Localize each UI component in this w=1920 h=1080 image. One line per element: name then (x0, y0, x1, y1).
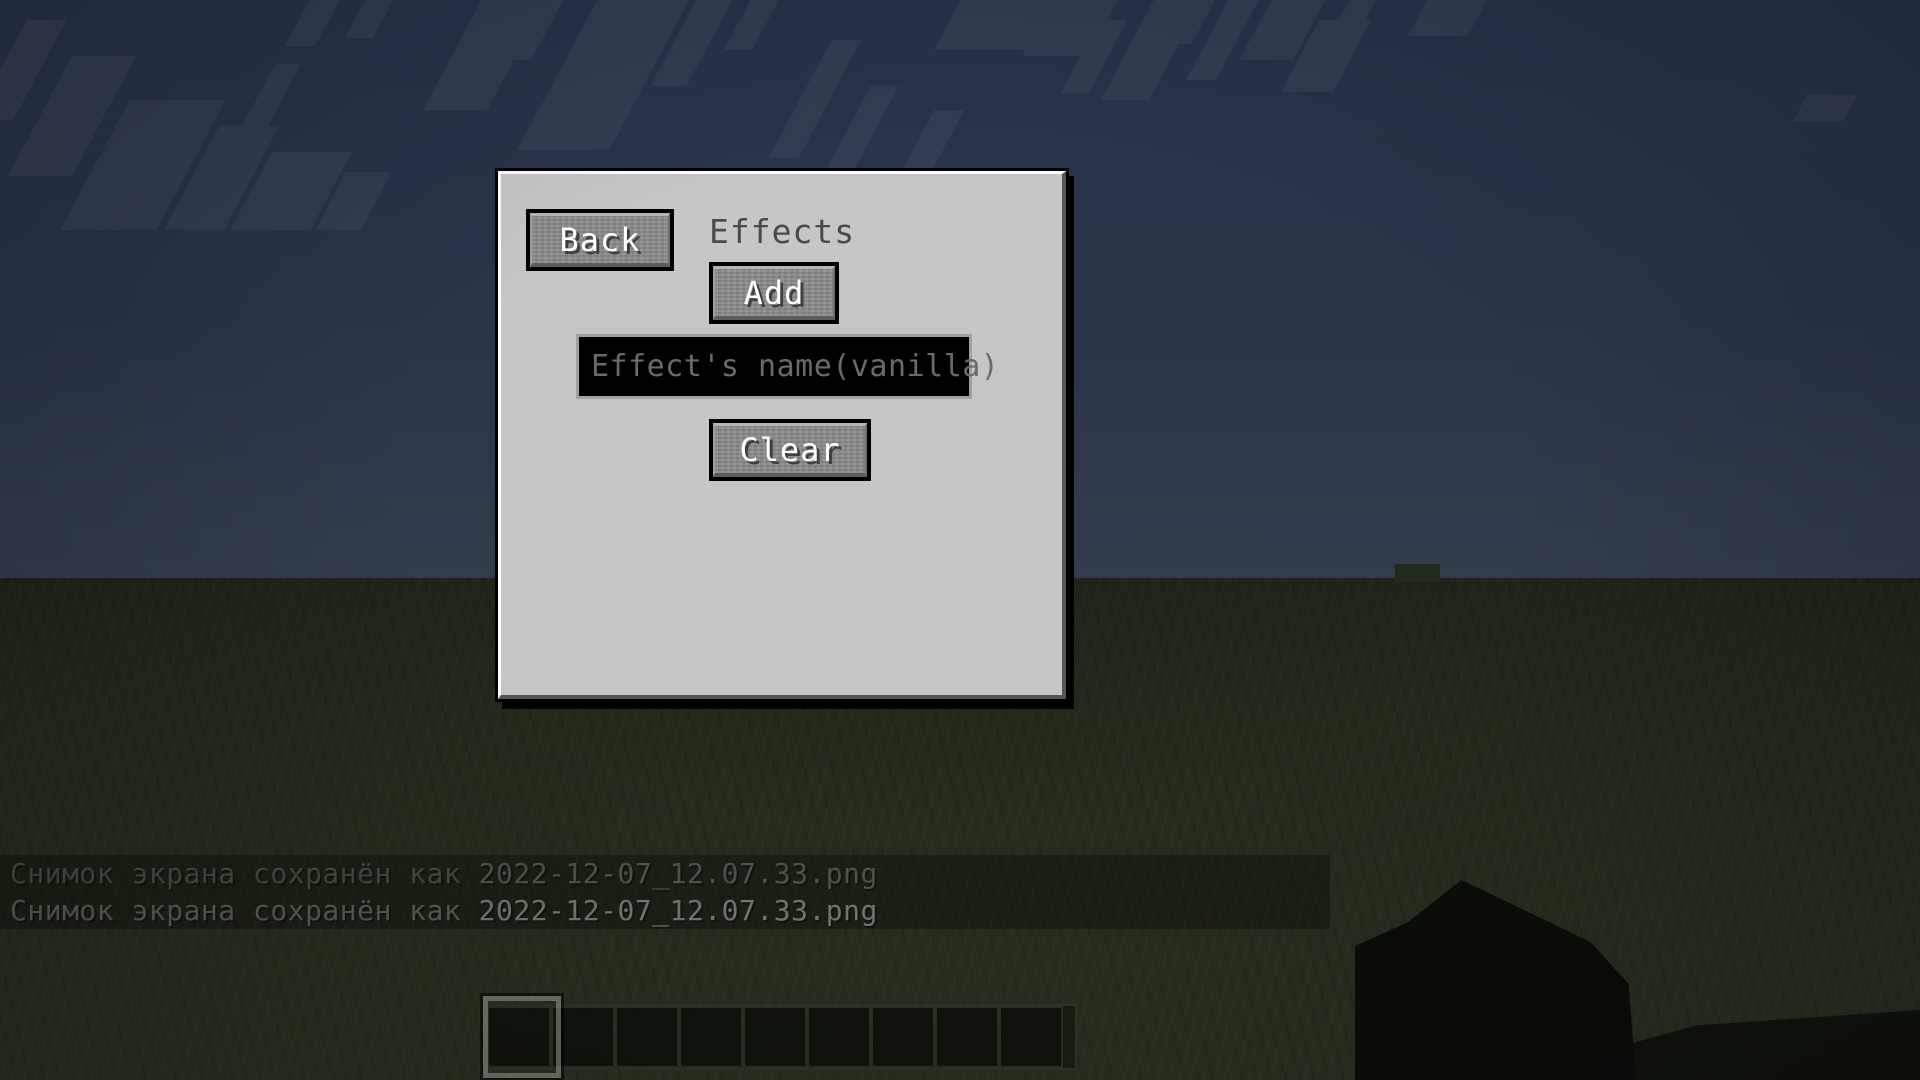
back-button-label: Back (559, 221, 641, 259)
game-screen: Снимок экрана сохранён как 2022-12-07_12… (0, 0, 1920, 1080)
clear-button-label: Clear (739, 431, 841, 469)
chat-message: Снимок экрана сохранён как 2022-12-07_12… (0, 855, 1330, 892)
hotbar-slot[interactable] (679, 1006, 743, 1068)
add-effect-button-label: Add (743, 274, 805, 312)
chat-overlay: Снимок экрана сохранён как 2022-12-07_12… (0, 855, 1330, 929)
effect-name-input-placeholder: Effect's name(vanilla) (591, 349, 1000, 384)
hotbar-slot[interactable] (999, 1006, 1063, 1068)
effect-name-input[interactable]: Effect's name(vanilla) (576, 334, 999, 399)
hotbar-slot[interactable] (935, 1006, 999, 1068)
page-title: Effects (709, 212, 856, 251)
back-button[interactable]: Back (526, 209, 674, 271)
hotbar-slot[interactable] (807, 1006, 871, 1068)
distant-block-right (1395, 564, 1440, 582)
hotbar-slot[interactable] (743, 1006, 807, 1068)
hotbar-slot[interactable] (615, 1006, 679, 1068)
effects-dialog: Effects Back Add Effect's name(vanilla) … (498, 171, 1074, 709)
chat-message: Снимок экрана сохранён как 2022-12-07_12… (0, 892, 1330, 929)
hotbar[interactable] (485, 1004, 1077, 1070)
chat-message-filename: 2022-12-07_12.07.33.png (478, 894, 878, 927)
hotbar-slot[interactable] (871, 1006, 935, 1068)
hotbar-selected-indicator (480, 993, 564, 1080)
chat-message-filename: 2022-12-07_12.07.33.png (478, 857, 878, 890)
dialog-panel: Effects Back Add Effect's name(vanilla) … (498, 171, 1066, 699)
clear-button[interactable]: Clear (709, 419, 871, 481)
chat-message-text: Снимок экрана сохранён как (10, 857, 479, 890)
add-effect-button[interactable]: Add (709, 262, 839, 324)
chat-message-text: Снимок экрана сохранён как (10, 894, 479, 927)
